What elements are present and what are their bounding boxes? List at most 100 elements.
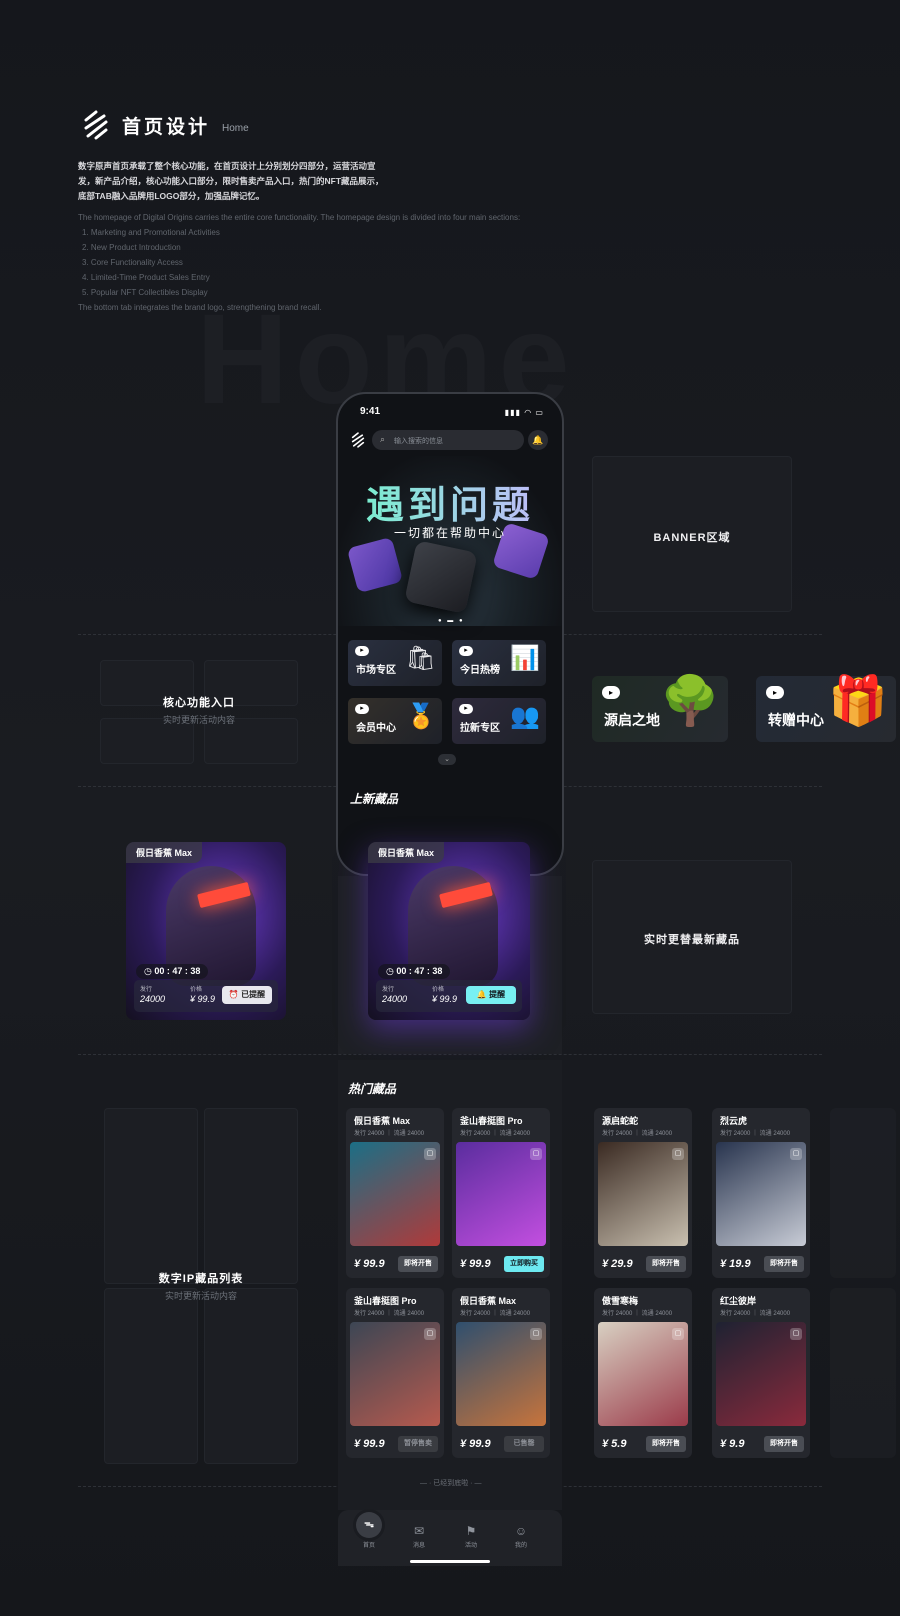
quick-card-gift-center[interactable]: ▸ 转赠中心 🎁 bbox=[756, 675, 896, 742]
gift-icon: 🎁 bbox=[828, 675, 888, 728]
cube-icon: ▢ bbox=[530, 1148, 542, 1160]
tab-label: 消息 bbox=[412, 1543, 425, 1549]
product-meta: 发行 24000 ｜ 流通 24000 bbox=[602, 1131, 673, 1137]
tab-label: 首页 bbox=[362, 1543, 375, 1549]
product-meta: 发行 24000 ｜ 流通 24000 bbox=[460, 1131, 531, 1137]
desc-en-line: 1. Marketing and Promotional Activities bbox=[82, 228, 220, 237]
product-name: 烈云虎 bbox=[720, 1116, 748, 1126]
users-icon: 👥 bbox=[510, 703, 540, 730]
status-icons: ▮▮▮ ◠ ▭ bbox=[504, 408, 544, 417]
description-cn: 数字原声首页承载了整个核心功能，在首页设计上分别划分四部分，运营活动宣发，新产品… bbox=[78, 161, 384, 201]
tab-messages[interactable]: ✉ 消息 bbox=[404, 1524, 434, 1549]
banner-area-label: BANNER区域 bbox=[653, 532, 731, 544]
feature-card-reminded[interactable]: 假日香蕉 Max ◷ 00 : 47 : 38 发行 24000 价格 ¥ 99… bbox=[126, 842, 286, 1020]
quick-entry-label: 会员中心 bbox=[356, 723, 396, 734]
chevron-down-icon[interactable]: ⌄ bbox=[438, 754, 456, 765]
product-action-button[interactable]: 暂停售卖 bbox=[398, 1436, 438, 1452]
bookmark-icon: ⚑ bbox=[465, 1524, 477, 1538]
quick-entry-market[interactable]: ▸ 市场专区 🛍 bbox=[348, 640, 442, 686]
desc-en-line: 4. Limited-Time Product Sales Entry bbox=[82, 273, 210, 282]
core-entry-label: 核心功能入口 bbox=[163, 697, 235, 709]
banner-logo-box bbox=[404, 540, 478, 614]
issue-value: 24000 bbox=[140, 994, 166, 1004]
product-action-button[interactable]: 即将开售 bbox=[398, 1256, 438, 1272]
tab-home[interactable]: ᯓ 首页 bbox=[354, 1512, 384, 1549]
product-action-button[interactable]: 即将开售 bbox=[764, 1256, 804, 1272]
section-divider bbox=[78, 1054, 822, 1055]
banner-area-placeholder: BANNER区域 bbox=[592, 456, 792, 612]
placeholder-block bbox=[204, 1288, 298, 1464]
product-action-button[interactable]: 即将开售 bbox=[764, 1436, 804, 1452]
issue-label: 发行 bbox=[382, 987, 395, 993]
tab-activities[interactable]: ⚑ 活动 bbox=[456, 1524, 486, 1549]
ip-list-label: 数字IP藏品列表 bbox=[158, 1273, 244, 1285]
carousel-dots: ● ▬ ● bbox=[438, 618, 465, 624]
core-entry-caption: 核心功能入口 实时更新活动内容 bbox=[100, 694, 298, 726]
cube-icon: ▢ bbox=[530, 1328, 542, 1340]
status-time: 9:41 bbox=[360, 406, 381, 417]
quick-entry-label: 拉新专区 bbox=[460, 723, 500, 734]
product-card[interactable]: 假日香蕉 Max 发行 24000 ｜ 流通 24000 ▢ ¥ 99.9 即将开售 bbox=[346, 1108, 444, 1278]
banner-subtitle: 一切都在帮助中心 bbox=[393, 526, 506, 540]
reminded-button[interactable]: ⏰ 已提醒 bbox=[222, 986, 272, 1004]
quick-entry-hot-list[interactable]: ▸ 今日热榜 📊 bbox=[452, 640, 546, 686]
tab-label: 我的 bbox=[514, 1543, 527, 1549]
product-card[interactable]: 烈云虎 发行 24000 ｜ 流通 24000 ▢ ¥ 19.9 即将开售 bbox=[712, 1108, 810, 1278]
product-card[interactable]: 假日香蕉 Max 发行 24000 ｜ 流通 24000 ▢ ¥ 99.9 已售罄 bbox=[452, 1288, 550, 1458]
bell-icon[interactable]: 🔔 bbox=[528, 430, 548, 450]
phone-mockup: 9:41 ▮▮▮ ◠ ▭ ⌕ 输入搜索的信息 🔔 遇到问题 一切都在帮助中心 ●… bbox=[336, 392, 564, 876]
button-label: 已提醒 bbox=[241, 990, 266, 999]
user-icon: ☺ bbox=[514, 1524, 528, 1538]
product-card[interactable]: 釜山春挺图 Pro 发行 24000 ｜ 流通 24000 ▢ ¥ 99.9 立即购买 bbox=[452, 1108, 550, 1278]
product-action-button[interactable]: 即将开售 bbox=[646, 1436, 686, 1452]
realtime-new-label: 实时更替最新藏品 bbox=[644, 934, 740, 946]
product-meta: 发行 24000 ｜ 流通 24000 bbox=[354, 1131, 425, 1137]
search-input[interactable]: ⌕ 输入搜索的信息 bbox=[372, 430, 524, 450]
quick-entry-referral[interactable]: ▸ 拉新专区 👥 bbox=[452, 698, 546, 744]
feature-card-remind[interactable]: 假日香蕉 Max ◷ 00 : 47 : 38 发行 24000 价格 ¥ 99… bbox=[368, 842, 530, 1020]
product-action-button[interactable]: 已售罄 bbox=[504, 1436, 544, 1452]
quick-card-label: 转赠中心 bbox=[768, 712, 824, 728]
product-card[interactable]: 傲雪寒梅 发行 24000 ｜ 流通 24000 ▢ ¥ 5.9 即将开售 bbox=[594, 1288, 692, 1458]
product-price: ¥ 5.9 bbox=[602, 1438, 627, 1450]
product-name: 釜山春挺图 Pro bbox=[460, 1116, 523, 1126]
product-name: 红尘彼岸 bbox=[720, 1296, 757, 1306]
product-card[interactable]: 源启蛇蛇 发行 24000 ｜ 流通 24000 ▢ ¥ 29.9 即将开售 bbox=[594, 1108, 692, 1278]
product-card[interactable]: 红尘彼岸 发行 24000 ｜ 流通 24000 ▢ ¥ 9.9 即将开售 bbox=[712, 1288, 810, 1458]
product-card-partial bbox=[830, 1108, 896, 1278]
product-price: ¥ 19.9 bbox=[720, 1258, 751, 1270]
message-icon: ✉ bbox=[413, 1524, 425, 1538]
page-title: 首页设计 bbox=[122, 117, 211, 138]
feature-tag: 假日香蕉 Max bbox=[368, 842, 445, 863]
arrow-right-icon: ▸ bbox=[766, 686, 784, 699]
quick-entry-member[interactable]: ▸ 会员中心 🏅 bbox=[348, 698, 442, 744]
timer-value: 00 : 47 : 38 bbox=[154, 966, 201, 976]
timer-value: 00 : 47 : 38 bbox=[396, 966, 443, 976]
remind-button[interactable]: 🔔 提醒 bbox=[466, 986, 516, 1004]
product-meta: 发行 24000 ｜ 流通 24000 bbox=[354, 1311, 425, 1317]
placeholder-block bbox=[104, 1108, 198, 1284]
page-subtitle: Home bbox=[222, 123, 249, 134]
brand-logo-icon bbox=[84, 110, 108, 140]
countdown-timer: ◷ 00 : 47 : 38 bbox=[378, 964, 451, 979]
shopping-bag-icon: 🛍 bbox=[405, 645, 436, 672]
product-meta: 发行 24000 ｜ 流通 24000 bbox=[602, 1311, 673, 1317]
price-label: 价格 bbox=[190, 987, 203, 993]
product-card[interactable]: 釜山春挺图 Pro 发行 24000 ｜ 流通 24000 ▢ ¥ 99.9 暂停售卖 bbox=[346, 1288, 444, 1458]
tab-profile[interactable]: ☺ 我的 bbox=[506, 1524, 536, 1549]
product-action-button[interactable]: 即将开售 bbox=[646, 1256, 686, 1272]
product-action-button[interactable]: 立即购买 bbox=[504, 1256, 544, 1272]
quick-card-origin-land[interactable]: ▸ 源启之地 🌳 bbox=[592, 675, 728, 742]
product-card-partial bbox=[830, 1288, 896, 1458]
arrow-right-icon: ▸ bbox=[602, 686, 620, 699]
realtime-new-placeholder: 实时更替最新藏品 bbox=[592, 860, 792, 1014]
desc-en-line: 2. New Product Introduction bbox=[82, 243, 181, 252]
quick-entry-label: 市场专区 bbox=[356, 665, 396, 676]
feature-tag: 假日香蕉 Max bbox=[126, 842, 203, 863]
vip-badge-icon: 🏅 bbox=[406, 703, 436, 730]
end-of-list-text: — · 已经到底啦 · — bbox=[420, 1480, 482, 1487]
product-meta: 发行 24000 ｜ 流通 24000 bbox=[460, 1311, 531, 1317]
issue-label: 发行 bbox=[140, 987, 153, 993]
desc-en-line: 3. Core Functionality Access bbox=[82, 258, 183, 267]
bottom-tab-bar: ᯓ 首页 ✉ 消息 ⚑ 活动 ☺ 我的 bbox=[338, 1510, 562, 1566]
